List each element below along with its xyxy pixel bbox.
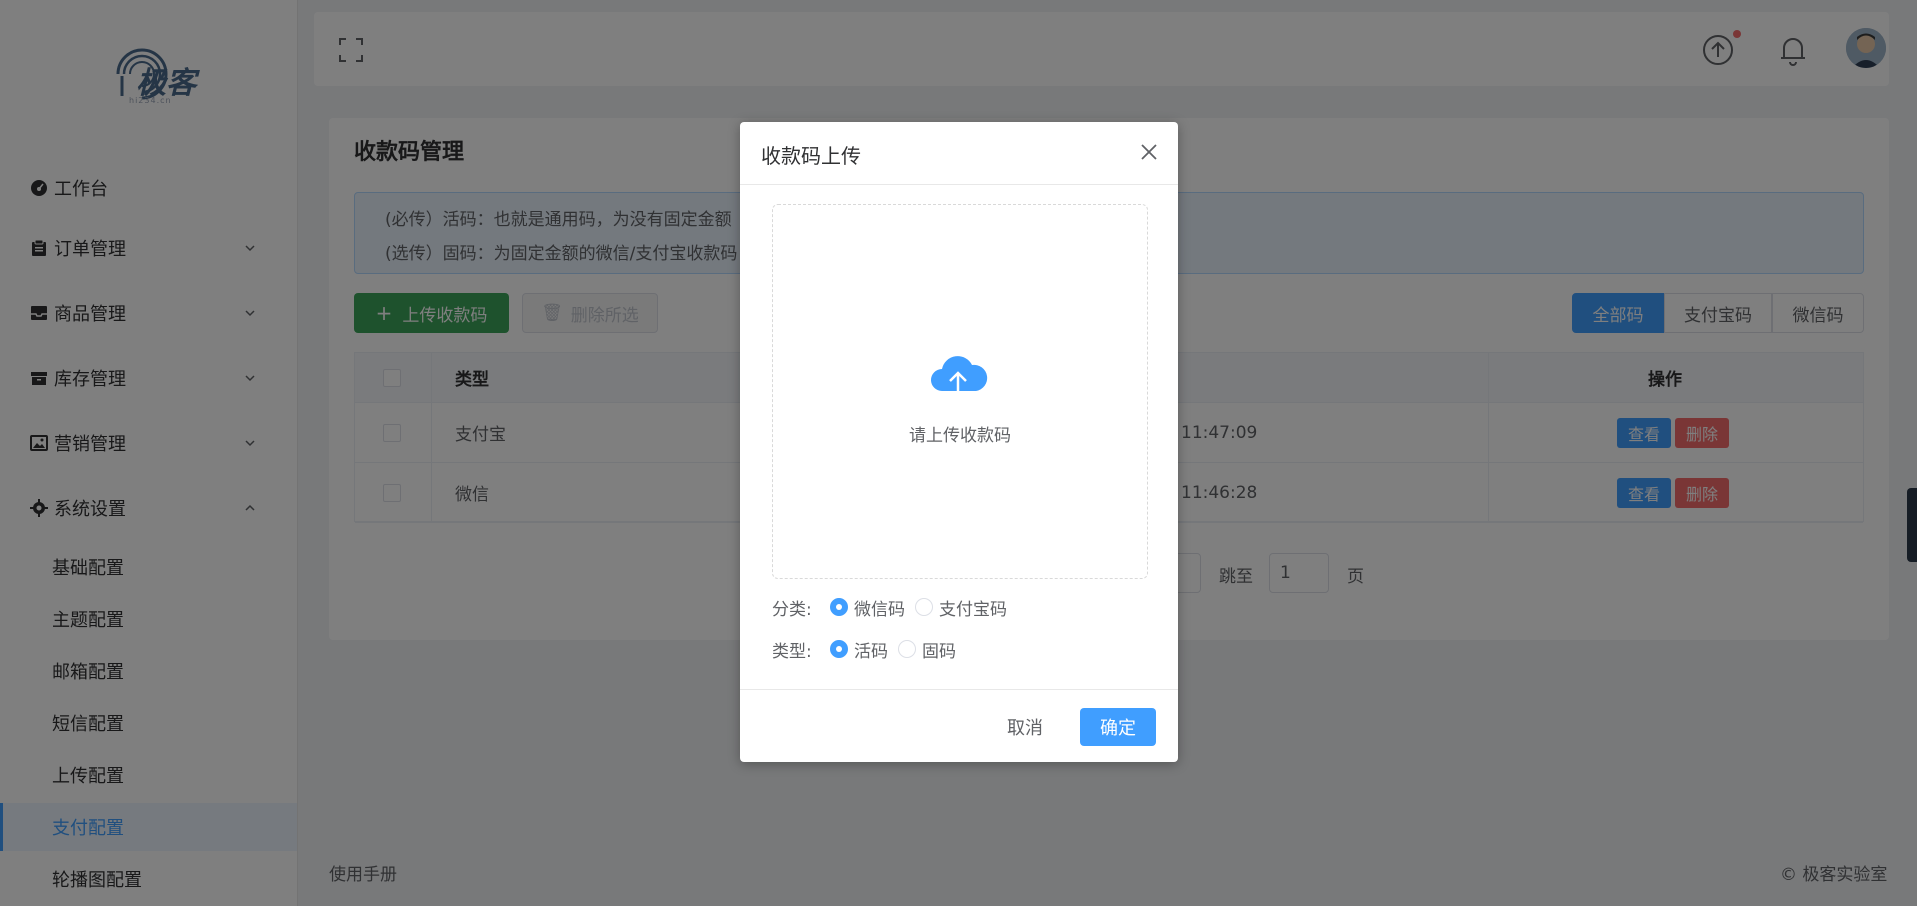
dialog-divider [740, 689, 1178, 690]
upload-dialog: 收款码上传 请上传收款码 分类: 微信码 支付宝码 类型: 活码 固码 取消 确… [740, 122, 1178, 762]
radio-label: 固码 [922, 641, 956, 662]
radio-label: 活码 [854, 641, 888, 662]
radio-label: 微信码 [854, 599, 905, 620]
radio-dot [830, 640, 848, 658]
dialog-divider [740, 184, 1178, 185]
type-row: 类型: 活码 固码 [772, 634, 966, 664]
upload-dropzone[interactable]: 请上传收款码 [772, 204, 1148, 579]
upload-hint: 请上传收款码 [909, 426, 1011, 446]
radio-dot [915, 598, 933, 616]
radio-dot [830, 598, 848, 616]
cancel-button[interactable]: 取消 [995, 708, 1055, 746]
close-icon[interactable] [1139, 142, 1159, 162]
category-row: 分类: 微信码 支付宝码 [772, 592, 1017, 622]
confirm-button[interactable]: 确定 [1080, 708, 1156, 746]
radio-alipay[interactable]: 支付宝码 [915, 595, 1007, 620]
radio-wechat[interactable]: 微信码 [830, 595, 905, 620]
radio-live[interactable]: 活码 [830, 637, 888, 662]
category-label: 分类: [772, 599, 812, 620]
dialog-title: 收款码上传 [761, 144, 861, 168]
radio-label: 支付宝码 [939, 599, 1007, 620]
radio-fixed[interactable]: 固码 [898, 637, 956, 662]
cloud-upload-icon [931, 356, 988, 401]
radio-dot [898, 640, 916, 658]
type-label: 类型: [772, 641, 812, 662]
